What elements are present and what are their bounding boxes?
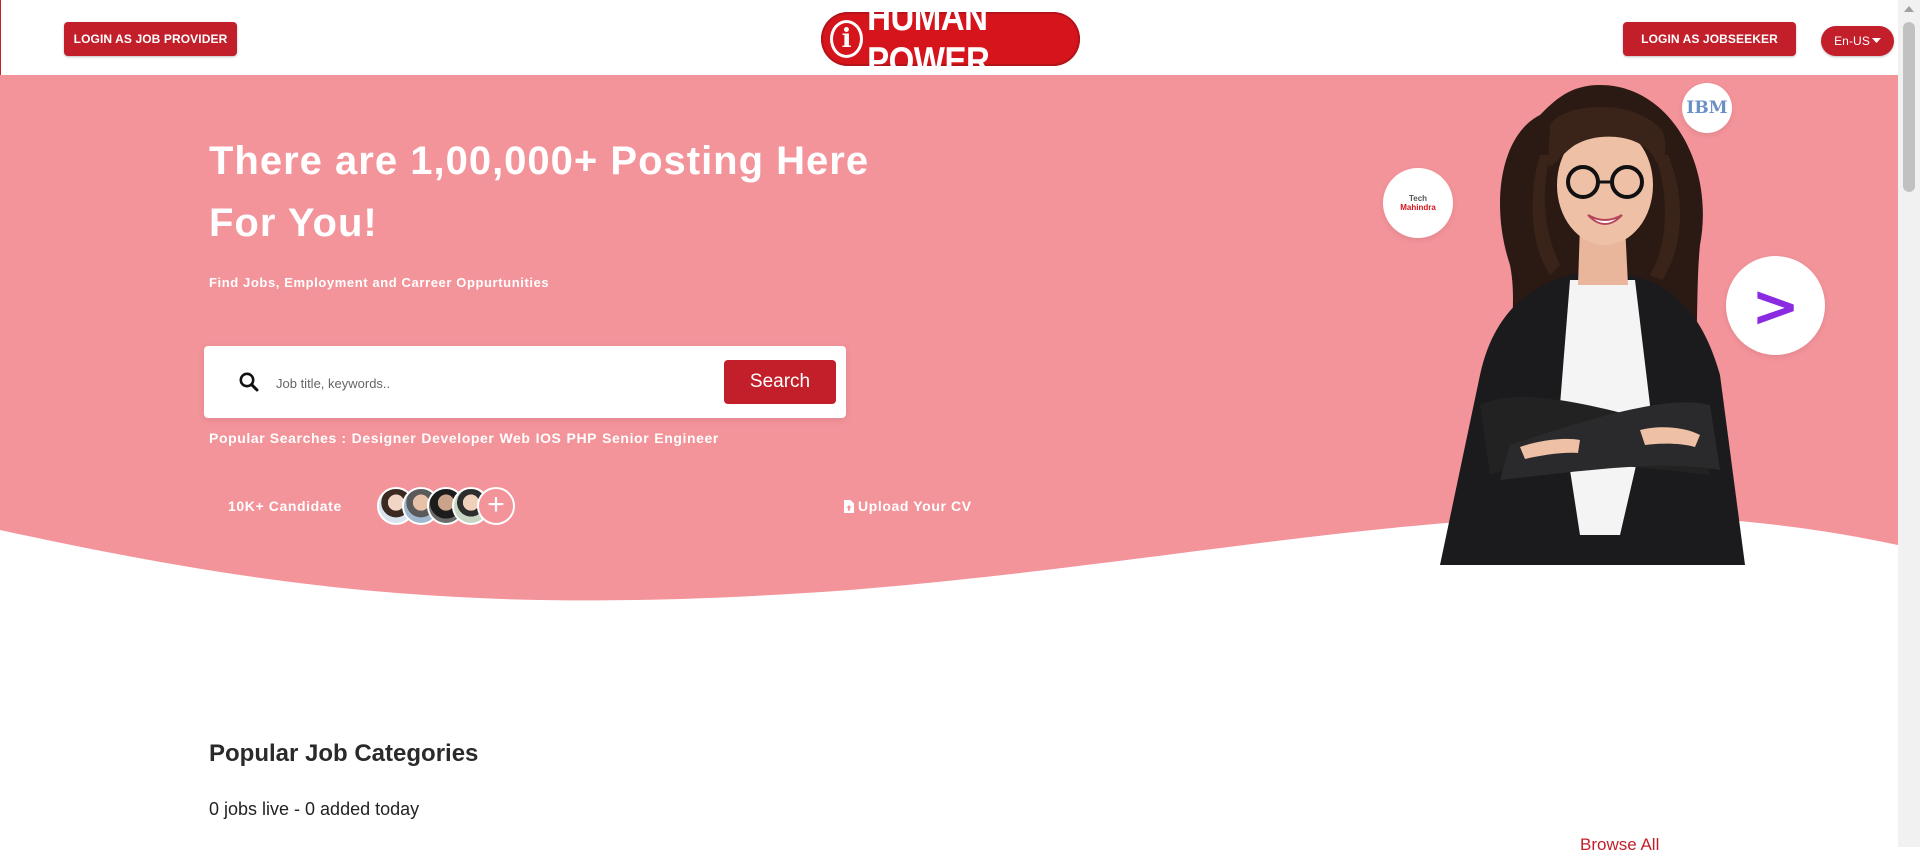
hero-subtitle: Find Jobs, Employment and Carreer Oppurt… [209,275,550,290]
candidates-count: 10K+ Candidate [228,498,342,514]
upload-cv-link[interactable]: Upload Your CV [844,498,972,514]
hero-woman-image [1440,85,1745,565]
tech-mahindra-line2: Mahindra [1400,203,1436,212]
caret-down-icon [1871,38,1881,43]
popular-tag-ios[interactable]: IOS [536,430,562,446]
human-power-logo[interactable]: i HUMAN POWER [821,0,1080,82]
search-button[interactable]: Search [724,360,836,404]
candidate-avatars: + [377,487,517,525]
popular-tag-senior[interactable]: Senior [602,430,649,446]
popular-categories-title: Popular Job Categories [209,740,479,767]
scroll-up-arrow-icon[interactable] [1904,6,1914,12]
popular-tag-engineer[interactable]: Engineer [654,430,719,446]
popular-tag-web[interactable]: Web [499,430,530,446]
upload-cv-label: Upload Your CV [858,498,972,514]
add-candidate-plus-icon[interactable]: + [477,487,515,525]
popular-tag-designer[interactable]: Designer [352,430,417,446]
accenture-logo: > [1726,256,1825,355]
tech-mahindra-logo: Tech Mahindra [1383,168,1453,238]
login-jobseeker-button[interactable]: LOGIN AS JOBSEEKER [1623,22,1796,56]
language-dropdown[interactable]: En-US [1821,26,1894,56]
ibm-logo: IBM [1682,83,1732,133]
hero-title: There are 1,00,000+ Posting Here For You… [209,139,870,245]
hero-section: There are 1,00,000+ Posting Here For You… [0,75,1898,615]
popular-searches: Popular Searches : Designer Developer We… [209,430,719,446]
search-box: Search [204,346,846,418]
tech-mahindra-line1: Tech [1408,194,1428,203]
top-bar: LOGIN AS JOB PROVIDER i HUMAN POWER LOGI… [0,0,1899,82]
logo-text: HUMAN POWER [867,0,990,82]
file-upload-icon [844,499,854,513]
scroll-thumb[interactable] [1903,22,1915,192]
search-input[interactable] [274,366,698,400]
search-icon [239,372,259,392]
popular-tag-php[interactable]: PHP [567,430,598,446]
login-job-provider-button[interactable]: LOGIN AS JOB PROVIDER [64,22,237,56]
logo-i-icon: i [830,20,864,58]
page-scrollbar[interactable] [1898,0,1920,847]
language-label: En-US [1834,34,1870,48]
jobs-stats: 0 jobs live - 0 added today [209,799,420,819]
browse-all-link[interactable]: Browse All [1580,835,1659,855]
popular-searches-label: Popular Searches : [209,430,347,446]
popular-tag-developer[interactable]: Developer [421,430,494,446]
